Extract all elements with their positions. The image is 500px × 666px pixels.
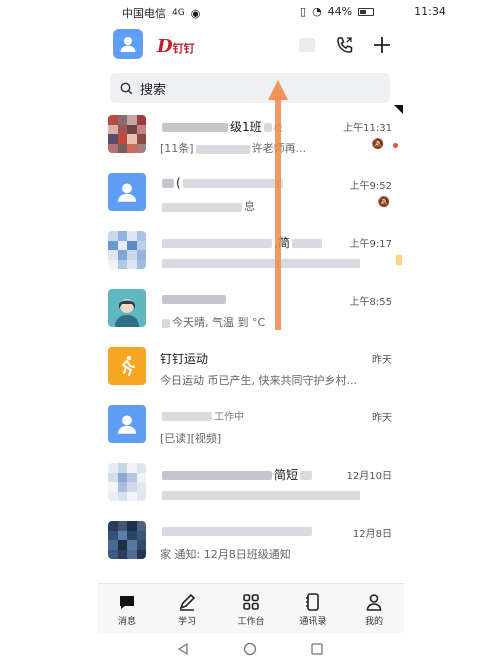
tab-workbench[interactable]: 工作台 <box>226 590 276 627</box>
my-avatar[interactable] <box>113 29 143 59</box>
search-placeholder: 搜索 <box>140 82 167 98</box>
tab-label: 消息 <box>117 617 136 627</box>
chat-time: 上午11:31 <box>343 123 392 134</box>
chat-item[interactable]: ,简 上午9:17 <box>98 225 404 283</box>
home-icon[interactable] <box>243 641 257 660</box>
plus-icon <box>374 37 390 53</box>
signal-icon: 4G <box>172 8 185 18</box>
chat-avatar <box>108 463 146 501</box>
pen-icon <box>162 590 212 614</box>
running-icon <box>121 355 135 376</box>
person-icon <box>120 37 136 52</box>
tab-learning[interactable]: 学习 <box>162 590 212 627</box>
unread-dot <box>393 143 398 148</box>
chat-title: ,简 <box>160 234 324 251</box>
mute-icon: 🔕 <box>377 197 390 208</box>
person-illustration-icon <box>115 299 139 327</box>
chat-time: 上午8:55 <box>349 297 392 308</box>
battery-icon <box>358 7 375 16</box>
blurred-indicator <box>396 255 402 265</box>
recents-icon[interactable] <box>310 641 324 660</box>
app-header: D钉钉 <box>0 26 500 66</box>
chat-time: 12月8日 <box>352 529 392 540</box>
back-icon[interactable] <box>176 641 190 660</box>
chat-item[interactable]: ( 息 上午9:52 🔕 <box>98 167 404 225</box>
grid-icon <box>226 590 276 614</box>
clock: 11:34 <box>414 5 446 18</box>
chat-title: 钉钉运动 <box>160 352 209 366</box>
person-icon <box>349 590 399 614</box>
chat-title: 工作中 <box>160 408 244 423</box>
chat-title: ( <box>160 176 285 190</box>
bottom-tab-bar: 消息 学习 工作台 通讯录 我的 <box>98 583 404 633</box>
chat-time: 上午9:17 <box>349 239 392 250</box>
tab-label: 工作台 <box>237 617 265 627</box>
chat-title <box>160 292 228 306</box>
chat-time: 昨天 <box>372 355 392 366</box>
chat-avatar <box>108 289 146 327</box>
chat-item[interactable] <box>98 573 404 583</box>
search-icon <box>120 82 133 94</box>
chat-list: 级1班校 [11条]许老师再... 上午11:31 🔕 ( 息 上午9:52 🔕 <box>98 107 404 583</box>
chat-item[interactable]: 级1班校 [11条]许老师再... 上午11:31 🔕 <box>98 109 404 167</box>
tab-label: 我的 <box>364 617 383 627</box>
chat-time: 12月10日 <box>346 471 392 482</box>
org-logo: D钉钉 <box>157 36 195 57</box>
mute-icon: 🔕 <box>371 139 384 150</box>
tab-contacts[interactable]: 通讯录 <box>288 590 338 627</box>
tab-label: 通讯录 <box>299 617 327 627</box>
swipe-up-arrow-icon <box>268 80 288 330</box>
message-icon <box>102 590 152 614</box>
chat-item[interactable]: 家 通知: 12月8日班级通知 12月8日 <box>98 515 404 573</box>
system-nav-bar <box>0 636 500 666</box>
tab-label: 学习 <box>177 617 196 627</box>
tab-messages[interactable]: 消息 <box>102 590 152 627</box>
tab-me[interactable]: 我的 <box>349 590 399 627</box>
chat-title: 级1班校 <box>160 118 283 135</box>
chat-time: 上午9:52 <box>349 181 392 192</box>
chat-preview: 今日运动 币已产生, 快来共同守护乡村... <box>160 374 357 387</box>
contacts-icon <box>288 590 338 614</box>
chat-title: 简短 <box>160 466 314 483</box>
vibrate-icon: ▯ <box>300 5 307 18</box>
status-bar: 中国电信 4G ◉ ▯ ◔ 44% 11:34 <box>0 0 500 24</box>
chat-time: 昨天 <box>372 413 392 424</box>
chat-item[interactable]: 简短 12月10日 <box>98 457 404 515</box>
search-bar[interactable]: 搜索 <box>110 73 390 103</box>
chat-preview <box>160 488 360 501</box>
chat-item[interactable]: 钉钉运动 今日运动 币已产生, 快来共同守护乡村... 昨天 <box>98 341 404 399</box>
chat-preview: 家 通知: 12月8日班级通知 <box>160 548 291 561</box>
chat-avatar <box>108 521 146 559</box>
blurred-badge <box>299 38 315 52</box>
chat-preview: 息 <box>160 198 255 214</box>
chat-item[interactable]: 工作中 [已读][视频] 昨天 <box>98 399 404 457</box>
chat-avatar <box>108 173 146 211</box>
eye-icon: ◉ <box>190 6 201 20</box>
chat-item[interactable]: 今天晴, 气温 到 °C 上午8:55 <box>98 283 404 341</box>
chat-preview <box>160 256 360 269</box>
person-icon <box>117 415 137 434</box>
phone-icon <box>337 37 353 53</box>
chat-preview: 今天晴, 气温 到 °C <box>160 314 265 330</box>
add-button[interactable] <box>370 33 394 57</box>
person-icon <box>117 183 137 202</box>
chat-title <box>160 524 314 538</box>
alarm-icon: ◔ <box>312 5 322 18</box>
chat-avatar <box>108 231 146 269</box>
call-button[interactable] <box>333 33 357 57</box>
chat-avatar <box>108 405 146 443</box>
battery-percent: 44% <box>327 5 353 18</box>
carrier-label: 中国电信 <box>122 7 166 20</box>
chat-avatar <box>108 115 146 153</box>
chat-avatar <box>108 347 146 385</box>
chat-preview: [已读][视频] <box>160 432 222 445</box>
